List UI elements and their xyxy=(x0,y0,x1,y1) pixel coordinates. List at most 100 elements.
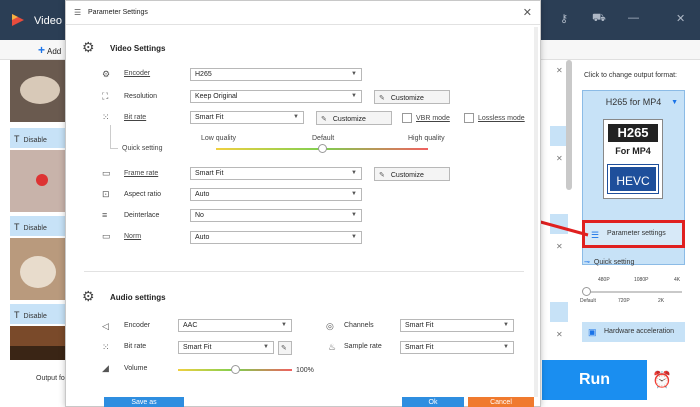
add-files-button[interactable]: + Add xyxy=(38,43,61,57)
frame-rate-customize-button[interactable]: ✎ Customize xyxy=(374,167,450,181)
bitrate-select[interactable]: Smart Fit ▼ xyxy=(190,111,304,124)
subtitle-disable-3[interactable]: T Disable xyxy=(10,304,70,324)
section-divider xyxy=(84,271,524,272)
subtitle-disable-1[interactable]: T Disable xyxy=(10,128,70,148)
caret-down-icon: ▼ xyxy=(293,114,299,120)
pencil-icon: ✎ xyxy=(321,116,327,123)
video-thumbnail-4[interactable] xyxy=(10,326,66,360)
customize-label: Customize xyxy=(390,172,424,179)
encoder-value: H265 xyxy=(195,71,212,78)
channels-select[interactable]: Smart Fit ▼ xyxy=(400,319,514,332)
video-thumbnail-3[interactable] xyxy=(10,238,66,300)
volume-slider-knob[interactable] xyxy=(230,365,240,374)
microphone-icon: ♨ xyxy=(328,342,337,352)
run-button[interactable]: Run xyxy=(542,360,647,400)
caret-down-icon: ▼ xyxy=(281,322,287,328)
slider-icon: ⊸ xyxy=(584,259,590,266)
right-panel: Click to change output format: H265 for … xyxy=(574,60,694,360)
close-dialog-icon[interactable]: ✕ xyxy=(523,6,532,19)
quality-slider-knob[interactable] xyxy=(317,144,327,153)
key-icon[interactable]: ⚷ xyxy=(560,12,568,25)
caret-down-icon: ▼ xyxy=(671,99,678,106)
format-icon-bot: HEVC xyxy=(607,164,659,194)
dialog-scrollbar[interactable] xyxy=(534,27,538,397)
quick-setting-track[interactable] xyxy=(586,291,682,293)
qs-tick-default: Default xyxy=(580,298,596,304)
encoder-label[interactable]: Encoder xyxy=(124,70,150,77)
caret-down-icon: ▼ xyxy=(351,212,357,218)
remove-icon[interactable]: ✕ xyxy=(556,330,563,339)
norm-select[interactable]: Auto ▼ xyxy=(190,231,362,244)
aspect-ratio-label: Aspect ratio xyxy=(124,191,161,198)
video-settings-title: Video Settings xyxy=(110,44,166,53)
minimize-icon[interactable]: — xyxy=(628,12,639,24)
remove-icon[interactable]: ✕ xyxy=(556,66,563,75)
pencil-icon: ✎ xyxy=(379,95,385,102)
audio-bitrate-icon: ⁙ xyxy=(102,342,110,352)
cancel-button[interactable]: Cancel xyxy=(468,397,534,407)
caret-down-icon: ▼ xyxy=(263,344,269,350)
disable-label: Disable xyxy=(23,313,47,320)
caret-down-icon: ▼ xyxy=(351,234,357,240)
resolution-icon: ⛶ xyxy=(102,91,109,101)
save-as-button[interactable]: Save as xyxy=(104,397,184,407)
bitrate-customize-button[interactable]: ✎ Customize xyxy=(316,111,392,125)
bitrate-label[interactable]: Bit rate xyxy=(124,114,146,121)
ok-button[interactable]: Ok xyxy=(402,397,464,407)
video-thumbnail-2[interactable] xyxy=(10,150,66,212)
audio-settings-icon: ⚙ xyxy=(82,288,95,304)
speaker-icon: ◁ xyxy=(102,321,109,331)
frame-rate-select[interactable]: Smart Fit ▼ xyxy=(190,167,362,180)
remove-icon[interactable]: ✕ xyxy=(556,154,563,163)
caret-down-icon: ▼ xyxy=(351,71,357,77)
norm-label[interactable]: Norm xyxy=(124,233,141,240)
parameter-settings-dialog: ☰ Parameter Settings ✕ ⚙ Video Settings … xyxy=(65,0,541,407)
deinterlace-select[interactable]: No ▼ xyxy=(190,209,362,222)
audio-encoder-select[interactable]: AAC ▼ xyxy=(178,319,292,332)
qs-tick-480p: 480P xyxy=(598,277,610,283)
channels-label: Channels xyxy=(344,322,374,329)
audio-bitrate-select[interactable]: Smart Fit ▼ xyxy=(178,341,274,354)
lossless-mode-label[interactable]: Lossless mode xyxy=(478,115,525,122)
deinterlace-label: Deinterlace xyxy=(124,212,160,219)
vbr-mode-label[interactable]: VBR mode xyxy=(416,115,450,122)
volume-icon: ◢ xyxy=(102,363,109,373)
bitrate-value: Smart Fit xyxy=(195,114,224,121)
resolution-select[interactable]: Keep Original ▼ xyxy=(190,90,362,103)
chip-icon: ▣ xyxy=(588,327,597,337)
format-icon-top: H265 xyxy=(608,124,658,142)
subtitle-disable-2[interactable]: T Disable xyxy=(10,216,70,236)
audio-bitrate-label: Bit rate xyxy=(124,343,147,350)
frame-rate-label[interactable]: Frame rate xyxy=(124,170,158,177)
resolution-value: Keep Original xyxy=(195,93,238,100)
output-folder-label: Output fo xyxy=(36,375,65,382)
list-scrollbar[interactable] xyxy=(566,60,572,190)
resolution-customize-button[interactable]: ✎ Customize xyxy=(374,90,450,104)
high-quality-label: High quality xyxy=(408,135,445,142)
format-icon-mid: For MP4 xyxy=(615,146,651,156)
audio-bitrate-edit-button[interactable]: ✎ xyxy=(278,341,292,355)
lossless-mode-checkbox[interactable] xyxy=(464,113,474,123)
parameter-settings-button[interactable]: ☰ Parameter settings xyxy=(582,220,685,248)
customize-label: Customize xyxy=(390,95,424,102)
audio-settings-title: Audio settings xyxy=(110,293,166,302)
aspect-ratio-select[interactable]: Auto ▼ xyxy=(190,188,362,201)
encoder-select[interactable]: H265 ▼ xyxy=(190,68,362,81)
sample-rate-select[interactable]: Smart Fit ▼ xyxy=(400,341,514,354)
disable-label: Disable xyxy=(23,225,47,232)
quick-setting-knob[interactable] xyxy=(582,287,591,296)
hardware-acceleration-button[interactable]: ▣ Hardware acceleration xyxy=(582,322,685,342)
qs-tick-1080p: 1080P xyxy=(634,277,649,283)
channels-value: Smart Fit xyxy=(405,322,434,329)
sample-rate-label: Sample rate xyxy=(344,343,382,350)
deinterlace-value: No xyxy=(195,212,204,219)
qs-tick-4k: 4K xyxy=(674,277,681,283)
close-app-icon[interactable]: ✕ xyxy=(676,12,685,25)
cart-icon[interactable]: ⛟ xyxy=(592,12,606,26)
low-quality-label: Low quality xyxy=(201,135,237,142)
vbr-mode-checkbox[interactable] xyxy=(402,113,412,123)
monitor-icon: ▭ xyxy=(102,231,111,241)
audio-encoder-label: Encoder xyxy=(124,322,151,329)
alarm-clock-icon[interactable]: ⏰ xyxy=(652,370,672,390)
video-thumbnail-1[interactable] xyxy=(10,60,66,122)
